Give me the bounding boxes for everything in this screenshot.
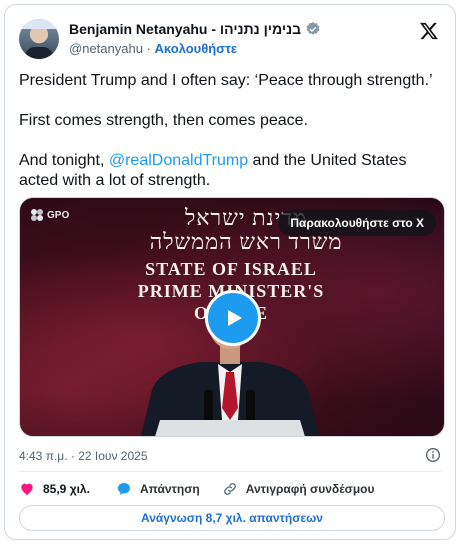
meta-separator: · (142, 41, 155, 56)
tweet-header: Benjamin Netanyahu - בנימין נתניהו @neta… (19, 17, 441, 61)
sign-english-line1: STATE OF ISRAEL (145, 259, 317, 279)
tweet-paragraph: President Trump and I often say: ‘Peace … (19, 72, 433, 89)
reply-label: Απάντηση (139, 482, 200, 496)
x-logo-icon[interactable] (419, 21, 439, 41)
reply-button[interactable]: Απάντηση (116, 481, 200, 497)
text-before-mention: And tonight, (19, 152, 109, 169)
tweet-timestamp[interactable]: 4:43 π.μ. · 22 Ιουν 2025 (19, 449, 148, 463)
follow-link[interactable]: Ακολουθήστε (154, 41, 237, 56)
copy-link-label: Αντιγραφή συνδέσμου (245, 482, 375, 496)
tweet-card: Benjamin Netanyahu - בנימין נתניהו @neta… (4, 4, 456, 540)
display-name[interactable]: Benjamin Netanyahu - בנימין נתניהו (69, 21, 301, 37)
avatar-flag-backdrop (19, 19, 59, 29)
handle[interactable]: @netanyahu (69, 41, 143, 56)
copy-link-button[interactable]: Αντιγραφή συνδέσμου (222, 481, 375, 497)
tweet-text: President Trump and I often say: ‘Peace … (19, 71, 443, 211)
watch-on-x-button[interactable]: Παρακολουθήστε στο X (278, 210, 436, 236)
verified-icon (306, 22, 320, 35)
gpo-label: GPO (47, 209, 70, 221)
name-row: Benjamin Netanyahu - בנימין נתניהו (69, 21, 321, 37)
gpo-logo: GPO (30, 208, 69, 222)
like-button[interactable]: 85,9 χιλ. (19, 481, 90, 497)
gpo-mark-icon (31, 209, 43, 221)
tweet-paragraph-last: And tonight, @realDonaldTrump and the Un… (19, 151, 443, 191)
link-icon (223, 483, 236, 495)
action-bar: 85,9 χιλ. Απάντηση Αντιγραφή συνδέσμου (19, 479, 396, 499)
meta-row: @netanyahu · Ακολουθήστε (69, 41, 237, 56)
avatar[interactable] (19, 19, 59, 59)
info-icon[interactable] (425, 447, 441, 463)
read-replies-button[interactable]: Ανάγνωση 8,7 χιλ. απαντήσεων (19, 505, 445, 531)
avatar-suit (25, 47, 53, 59)
play-icon (228, 310, 242, 326)
heart-icon (21, 483, 33, 495)
mention-link[interactable]: @realDonaldTrump (109, 152, 248, 169)
reply-bubble-icon (117, 483, 130, 495)
like-count: 85,9 χιλ. (43, 482, 90, 496)
video-player[interactable]: GPO מדינת ישראל משרד ראש הממשלה STATE OF… (19, 197, 445, 437)
tweet-paragraph: First comes strength, then comes peace. (19, 112, 309, 129)
divider (19, 471, 441, 472)
play-button[interactable] (205, 290, 261, 346)
